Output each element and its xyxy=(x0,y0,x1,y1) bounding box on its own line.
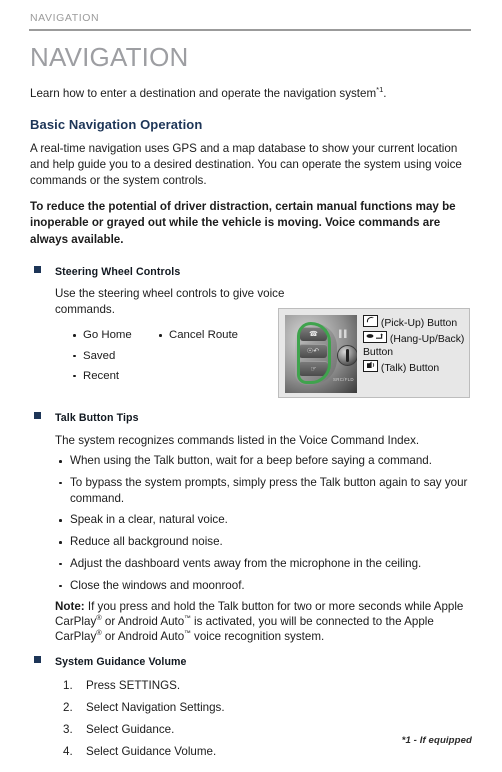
list-item: Reduce all background noise. xyxy=(58,534,472,550)
figure-legend: (Pick-Up) Button (Hang-Up/Back) Button (… xyxy=(363,314,465,376)
guidance-volume-steps: Press SETTINGS. Select Navigation Settin… xyxy=(30,678,472,759)
manual-page: NAVIGATION NAVIGATION Learn how to enter… xyxy=(0,0,502,772)
steering-wheel-heading: Steering Wheel Controls xyxy=(55,265,181,278)
steering-wheel-description-wrap: Use the steering wheel controls to give … xyxy=(55,286,305,318)
trademark-mark-icon: ™ xyxy=(184,615,191,623)
subsection-steering-wheel-controls: Steering Wheel Controls xyxy=(30,262,472,280)
talk-tips-intro: The system recognizes commands listed in… xyxy=(55,433,420,447)
steering-wheel-photo: ☎ ☉↶ ☞ ▌▌ SRC/FLD xyxy=(285,314,357,393)
page-title: NAVIGATION xyxy=(30,42,189,72)
note-label: Note xyxy=(55,600,81,614)
voice-command-column-1: Go Home Saved Recent xyxy=(72,327,158,388)
note-part5: voice recognition system. xyxy=(190,630,325,644)
list-item: To bypass the system prompts, simply pre… xyxy=(58,475,472,507)
list-item: Speak in a clear, natural voice. xyxy=(58,512,472,528)
list-item: Close the windows and moonroof. xyxy=(58,578,472,594)
legend-label-hang-up: (Hang-Up/Back) xyxy=(389,333,465,345)
legend-label-button: Button xyxy=(363,347,394,359)
page-footnote: *1 - If equipped xyxy=(401,735,472,746)
voice-command-column-2: Cancel Route xyxy=(158,327,253,388)
list-item: When using the Talk button, wait for a b… xyxy=(58,453,472,469)
square-bullet-icon xyxy=(34,411,41,419)
list-item: Press SETTINGS. xyxy=(63,678,181,693)
steering-wheel-description: Use the steering wheel controls to give … xyxy=(55,286,285,316)
talk-icon xyxy=(363,360,378,373)
warning-paragraph: To reduce the potential of driver distra… xyxy=(30,200,456,246)
legend-row-button-continued: Button xyxy=(363,346,465,360)
talk-tips-note: Note: If you press and hold the Talk but… xyxy=(55,599,472,644)
intro-text: Learn how to enter a destination and ope… xyxy=(30,86,377,100)
list-item: Recent xyxy=(72,368,158,384)
legend-row-pick-up: (Pick-Up) Button xyxy=(363,314,465,331)
dial-indicator xyxy=(346,348,349,362)
square-bullet-icon xyxy=(34,655,41,663)
header-divider xyxy=(29,29,471,31)
square-bullet-icon xyxy=(34,265,41,273)
subsection-system-guidance-volume: System Guidance Volume xyxy=(30,652,472,670)
talk-tips-list: When using the Talk button, wait for a b… xyxy=(30,453,472,593)
legend-label-pick-up: (Pick-Up) Button xyxy=(380,317,458,329)
subsection-talk-button-tips: Talk Button Tips xyxy=(30,408,472,426)
steering-wheel-block: Use the steering wheel controls to give … xyxy=(30,286,472,398)
legend-row-hang-up: (Hang-Up/Back) xyxy=(363,330,465,347)
pick-up-icon-svg xyxy=(366,316,374,323)
talk-tips-heading: Talk Button Tips xyxy=(55,411,139,424)
figure-corner-tag: SRC/FLD xyxy=(333,376,354,382)
intro-line: Learn how to enter a destination and ope… xyxy=(30,85,472,102)
pick-up-icon xyxy=(363,314,378,327)
hang-up-back-icon xyxy=(363,330,387,343)
running-header: NAVIGATION xyxy=(30,12,100,24)
overview-paragraph: A real-time navigation uses GPS and a ma… xyxy=(30,141,462,188)
intro-period: . xyxy=(383,86,387,100)
note-part2: or Android Auto xyxy=(101,615,185,629)
trademark-mark-icon: ™ xyxy=(184,630,191,638)
steering-wheel-figure: ☎ ☉↶ ☞ ▌▌ SRC/FLD (Pick-Up) Button (Hang… xyxy=(278,307,470,398)
volume-dial-icon xyxy=(337,344,357,366)
speaker-icon: ▌▌ xyxy=(339,330,349,338)
list-item: Select Navigation Settings. xyxy=(63,700,225,715)
talk-icon-svg xyxy=(367,361,375,369)
guidance-volume-heading: System Guidance Volume xyxy=(55,655,187,668)
note-part4: or Android Auto xyxy=(101,630,185,644)
list-item: Cancel Route xyxy=(158,327,253,343)
legend-row-talk: (Talk) Button xyxy=(363,360,465,376)
list-item: Adjust the dashboard vents away from the… xyxy=(58,556,472,572)
list-item: Go Home xyxy=(72,327,158,343)
list-item: Saved xyxy=(72,348,158,364)
legend-label-talk: (Talk) Button xyxy=(380,363,440,375)
highlight-outline xyxy=(297,321,331,384)
hang-up-back-icon-svg xyxy=(366,333,383,339)
section-heading-basic-navigation: Basic Navigation Operation xyxy=(30,116,203,132)
